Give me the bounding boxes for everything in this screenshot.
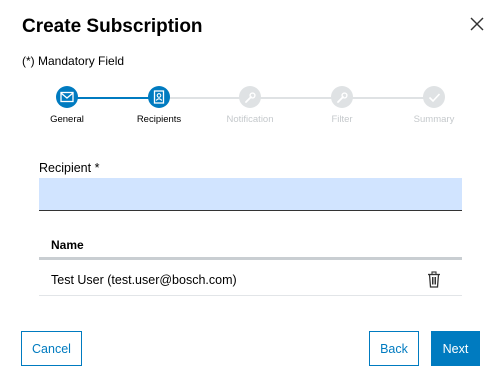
envelope-icon <box>60 91 74 103</box>
step-label: General <box>50 114 84 125</box>
stepper: General Recipients Notification Filter S… <box>0 86 500 126</box>
step-label: Filter <box>331 114 353 125</box>
step-circle <box>423 86 445 108</box>
table-header: Name <box>39 226 462 260</box>
cancel-button[interactable]: Cancel <box>21 331 82 366</box>
step-label: Notification <box>226 114 274 125</box>
column-header-name: Name <box>51 238 84 252</box>
step-circle <box>331 86 353 108</box>
back-button[interactable]: Back <box>369 331 419 366</box>
step-summary[interactable]: Summary <box>389 86 479 125</box>
next-button[interactable]: Next <box>431 331 480 366</box>
step-recipients[interactable]: Recipients <box>114 86 204 125</box>
wrench-icon <box>336 91 348 103</box>
close-icon[interactable] <box>468 15 486 33</box>
step-notification[interactable]: Notification <box>205 86 295 125</box>
dialog-title: Create Subscription <box>22 16 203 37</box>
step-circle <box>148 86 170 108</box>
wrench-icon <box>244 91 256 103</box>
checkmark-icon <box>428 92 440 102</box>
recipient-label: Recipient * <box>39 161 100 175</box>
step-general[interactable]: General <box>22 86 112 125</box>
trash-icon[interactable] <box>426 271 442 288</box>
contact-book-icon <box>153 90 165 104</box>
recipient-name-cell: Test User (test.user@bosch.com) <box>51 273 237 287</box>
step-filter[interactable]: Filter <box>297 86 387 125</box>
mandatory-field-note: (*) Mandatory Field <box>22 54 125 68</box>
step-circle <box>239 86 261 108</box>
step-label: Summary <box>413 114 455 125</box>
table-row: Test User (test.user@bosch.com) <box>39 262 462 296</box>
recipient-input[interactable] <box>39 178 462 211</box>
step-circle <box>56 86 78 108</box>
step-label: Recipients <box>136 114 182 125</box>
